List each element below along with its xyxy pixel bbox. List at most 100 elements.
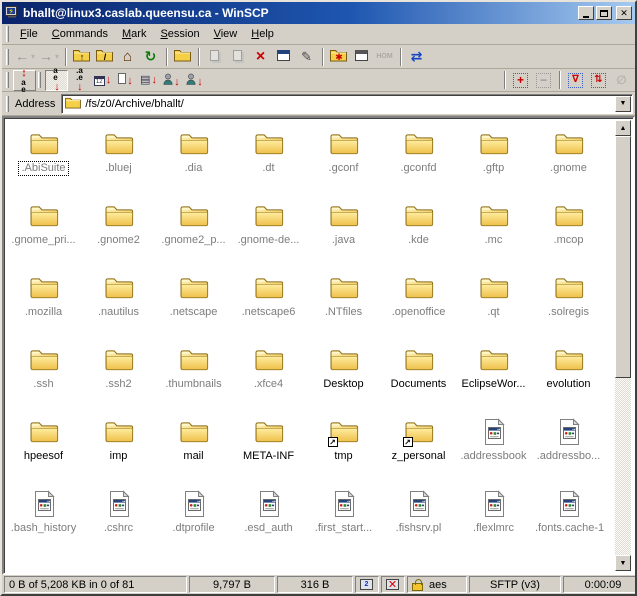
- folder-icon: [478, 200, 510, 232]
- menubar-grip[interactable]: [6, 26, 9, 42]
- file-item[interactable]: ↗ z_personal: [381, 413, 456, 485]
- file-item[interactable]: .gnome: [531, 125, 606, 197]
- file-item[interactable]: .xfce4: [231, 341, 306, 413]
- file-item[interactable]: .AbiSuite: [6, 125, 81, 197]
- select-button[interactable]: +: [509, 70, 532, 91]
- menu-item-commands[interactable]: Commands: [45, 25, 115, 43]
- sort-toggle-button[interactable]: ↕ a e: [13, 68, 36, 94]
- root-directory-button[interactable]: /: [93, 46, 116, 67]
- close-button[interactable]: ✕: [616, 6, 632, 20]
- file-item[interactable]: EclipseWor...: [456, 341, 531, 413]
- address-dropdown-button[interactable]: ▼: [615, 95, 631, 112]
- file-item[interactable]: .gftp: [456, 125, 531, 197]
- scroll-up-button[interactable]: ▲: [615, 120, 631, 136]
- file-item[interactable]: .flexlmrc: [456, 485, 531, 557]
- properties-button[interactable]: [272, 46, 295, 67]
- file-item[interactable]: .thumbnails: [156, 341, 231, 413]
- sort-by-rights-button[interactable]: ▤↓: [137, 70, 160, 91]
- file-item[interactable]: .cshrc: [81, 485, 156, 557]
- file-item[interactable]: .esd_auth: [231, 485, 306, 557]
- parent-directory-button[interactable]: ↑: [70, 46, 93, 67]
- toolbar-main-grip[interactable]: [6, 48, 9, 65]
- file-item[interactable]: .qt: [456, 269, 531, 341]
- create-directory-button[interactable]: ✱: [327, 46, 350, 67]
- open-directory-button[interactable]: [171, 46, 194, 67]
- scroll-down-button[interactable]: ▼: [615, 555, 631, 571]
- file-item[interactable]: .fishsrv.pl: [381, 485, 456, 557]
- sort-by-changed-button[interactable]: 12 ↓: [91, 70, 114, 91]
- file-item[interactable]: hpeesof: [6, 413, 81, 485]
- file-item[interactable]: .first_start...: [306, 485, 381, 557]
- addressbar-grip[interactable]: [6, 95, 9, 112]
- file-item[interactable]: .ssh2: [81, 341, 156, 413]
- address-path[interactable]: /fs/z0/Archive/bhallt/: [85, 98, 615, 110]
- menu-item-session[interactable]: Session: [153, 25, 206, 43]
- file-item[interactable]: .mc: [456, 197, 531, 269]
- minimize-button[interactable]: [578, 6, 594, 20]
- file-item[interactable]: .dt: [231, 125, 306, 197]
- file-item[interactable]: .dtprofile: [156, 485, 231, 557]
- file-item[interactable]: .netscape6: [231, 269, 306, 341]
- file-item[interactable]: .addressbook: [456, 413, 531, 485]
- file-item[interactable]: .netscape: [156, 269, 231, 341]
- menu-item-view[interactable]: View: [207, 25, 245, 43]
- forward-dropdown-icon[interactable]: ▾: [55, 52, 59, 61]
- invert-selection-button[interactable]: ∇: [564, 70, 587, 91]
- sort-by-name-button[interactable]: a e ↓: [45, 67, 68, 93]
- file-item[interactable]: mail: [156, 413, 231, 485]
- file-item[interactable]: .gnome-de...: [231, 197, 306, 269]
- file-item[interactable]: .java: [306, 197, 381, 269]
- file-item[interactable]: .mozilla: [6, 269, 81, 341]
- sort-by-group-button[interactable]: ↓: [183, 70, 206, 91]
- file-item[interactable]: .nautilus: [81, 269, 156, 341]
- delete-button[interactable]: ×: [249, 46, 272, 67]
- menu-item-file[interactable]: File: [13, 25, 45, 43]
- file-item[interactable]: META-INF: [231, 413, 306, 485]
- file-name: Documents: [390, 378, 447, 390]
- sort-by-owner-button[interactable]: ↓: [160, 70, 183, 91]
- file-item[interactable]: .mcop: [531, 197, 606, 269]
- arrow-right-icon: →: [39, 48, 54, 64]
- sort-by-size-button[interactable]: ↓: [114, 70, 137, 91]
- file-item[interactable]: .bash_history: [6, 485, 81, 557]
- rename-button[interactable]: ✎: [295, 46, 318, 67]
- file-item[interactable]: .kde: [381, 197, 456, 269]
- maximize-button[interactable]: [596, 6, 612, 20]
- file-item[interactable]: .solregis: [531, 269, 606, 341]
- file-item[interactable]: .gnome2: [81, 197, 156, 269]
- file-item[interactable]: .gnome_pri...: [6, 197, 81, 269]
- file-item[interactable]: .addressbo...: [531, 413, 606, 485]
- refresh-button[interactable]: ↻: [139, 46, 162, 67]
- file-item[interactable]: evolution: [531, 341, 606, 413]
- file-item[interactable]: .ssh: [6, 341, 81, 413]
- address-combobox[interactable]: /fs/z0/Archive/bhallt/ ▼: [61, 93, 633, 114]
- toolbar-separator: [400, 47, 402, 66]
- synchronize-button[interactable]: ⇄: [405, 46, 428, 67]
- file-item[interactable]: .gnome2_p...: [156, 197, 231, 269]
- file-item[interactable]: ↗ tmp: [306, 413, 381, 485]
- vertical-scrollbar[interactable]: ▲ ▼: [615, 120, 631, 571]
- file-item[interactable]: Desktop: [306, 341, 381, 413]
- menu-item-mark[interactable]: Mark: [115, 25, 153, 43]
- file-item[interactable]: .dia: [156, 125, 231, 197]
- console-button[interactable]: [350, 46, 373, 67]
- toolbar-sort-grip[interactable]: [6, 72, 9, 88]
- file-item[interactable]: .openoffice: [381, 269, 456, 341]
- unselect-icon: −: [536, 72, 551, 88]
- home-directory-button[interactable]: ⌂: [116, 46, 139, 67]
- back-dropdown-icon[interactable]: ▾: [31, 52, 35, 61]
- restore-selection-button[interactable]: ⇅: [587, 70, 610, 91]
- unselect-button[interactable]: −: [532, 70, 555, 91]
- sort-by-extension-button[interactable]: .a .e ↓: [68, 67, 91, 93]
- scroll-thumb[interactable]: [615, 136, 631, 378]
- file-item[interactable]: .bluej: [81, 125, 156, 197]
- file-item[interactable]: .gconf: [306, 125, 381, 197]
- file-item[interactable]: imp: [81, 413, 156, 485]
- folder-icon: [553, 200, 585, 232]
- menu-item-help[interactable]: Help: [244, 25, 281, 43]
- file-item[interactable]: .fonts.cache-1: [531, 485, 606, 557]
- file-item[interactable]: Documents: [381, 341, 456, 413]
- file-item[interactable]: .NTfiles: [306, 269, 381, 341]
- toolbar-grip[interactable]: [38, 72, 41, 88]
- file-item[interactable]: .gconfd: [381, 125, 456, 197]
